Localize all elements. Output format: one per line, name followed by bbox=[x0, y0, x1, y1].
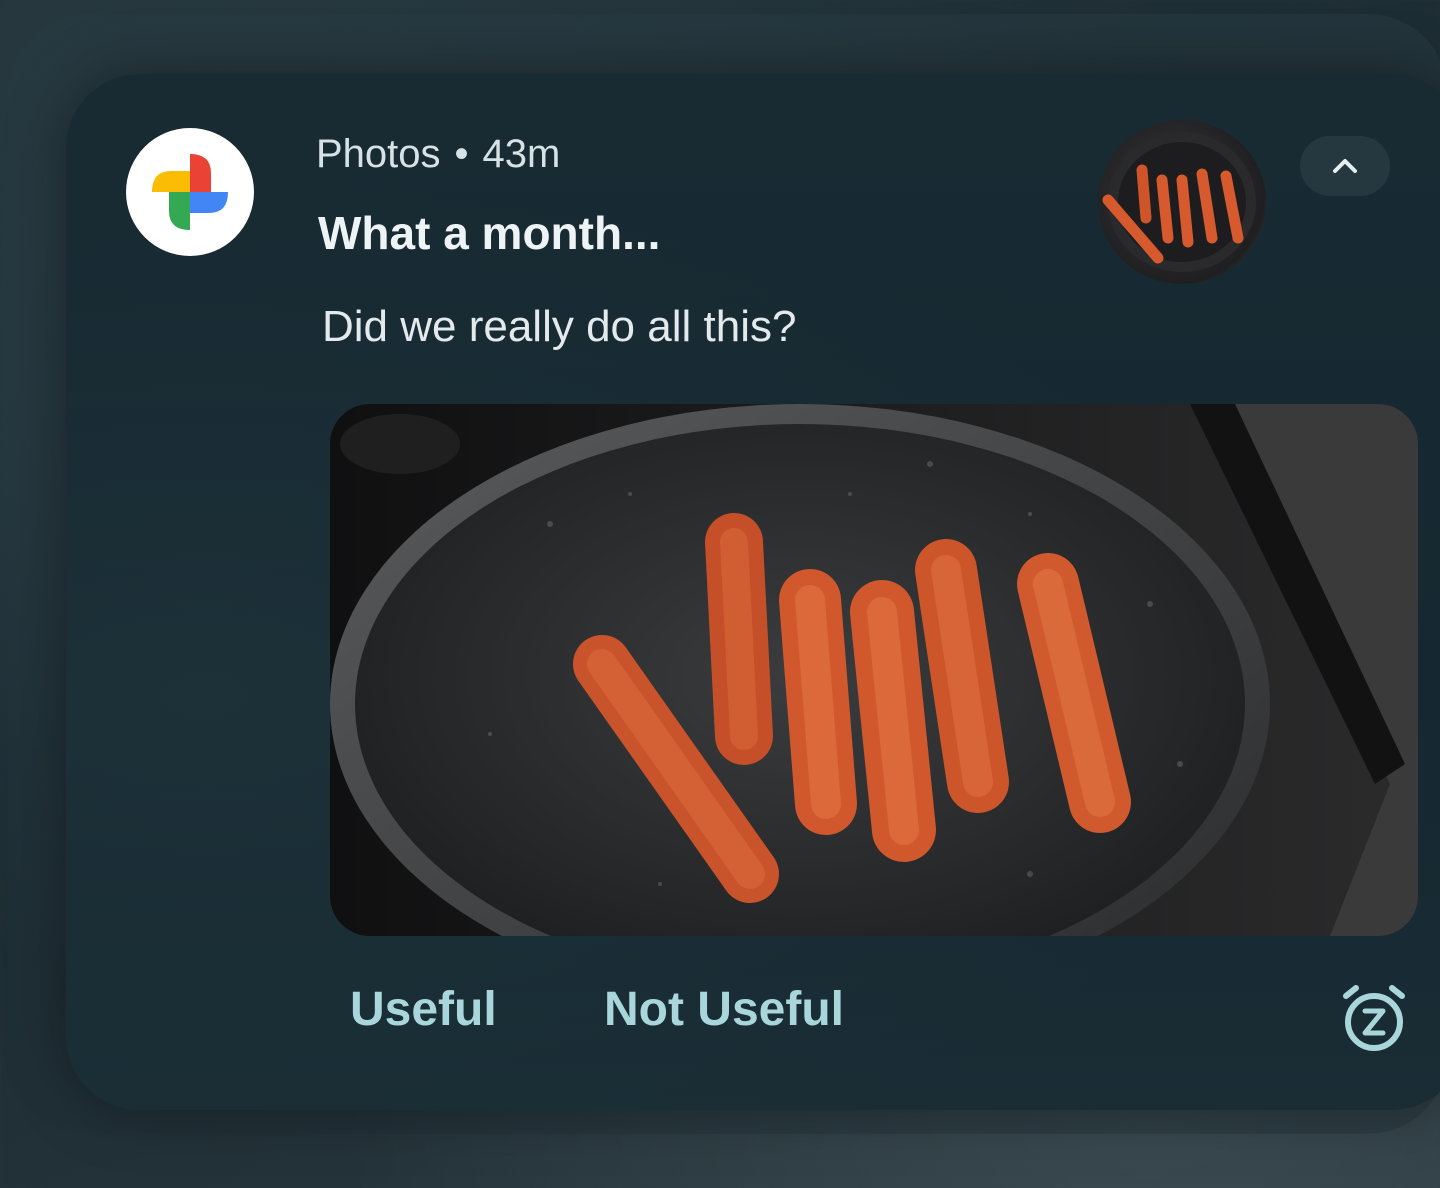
notification-thumbnail bbox=[1098, 120, 1266, 284]
meta-separator: • bbox=[454, 132, 469, 176]
useful-button[interactable]: Useful bbox=[350, 982, 497, 1037]
app-name: Photos bbox=[316, 132, 441, 176]
not-useful-button[interactable]: Not Useful bbox=[604, 982, 844, 1037]
notification-title: What a month... bbox=[318, 207, 661, 259]
notification-meta: Photos • 43m bbox=[316, 132, 560, 177]
timestamp: 43m bbox=[482, 132, 561, 176]
notification-large-image[interactable] bbox=[330, 404, 1418, 936]
snooze-button[interactable] bbox=[1336, 980, 1416, 1060]
snooze-alarm-icon bbox=[1343, 985, 1405, 1051]
photos-app-icon bbox=[126, 128, 254, 256]
notification-body: Did we really do all this? bbox=[322, 302, 797, 351]
chevron-up-icon bbox=[1333, 159, 1357, 173]
collapse-button[interactable] bbox=[1300, 136, 1390, 196]
